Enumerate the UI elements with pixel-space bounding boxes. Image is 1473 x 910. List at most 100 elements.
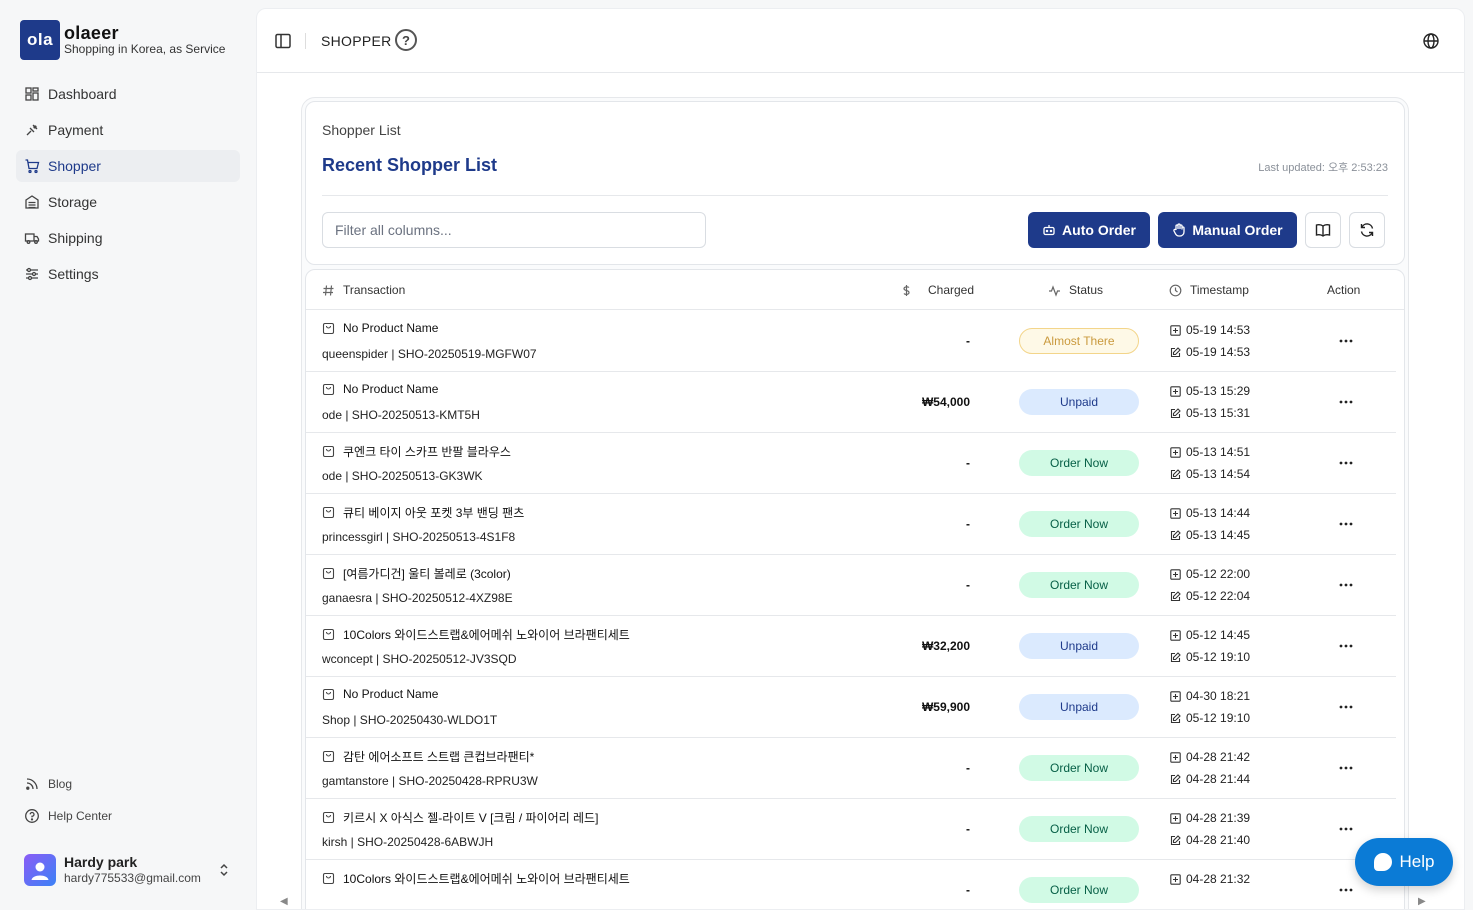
status-badge[interactable]: Order Now [1019, 755, 1139, 781]
product-name: [여름가디건] 울티 볼레로 (3color) [322, 565, 511, 582]
auto-order-button[interactable]: Auto Order [1028, 212, 1150, 248]
col-status[interactable]: Status [1048, 283, 1103, 297]
edit-icon [1170, 407, 1181, 418]
plus-square-icon [1170, 507, 1181, 519]
dashboard-icon [25, 87, 39, 101]
blog-label: Blog [48, 777, 73, 791]
page-help-icon[interactable]: ? [395, 29, 417, 51]
status-badge[interactable]: Order Now [1019, 572, 1139, 598]
filter-input[interactable] [322, 212, 706, 248]
storage-icon [25, 195, 39, 209]
blog-link[interactable]: Blog [16, 768, 240, 800]
created-time-text: 04-28 21:32 [1186, 872, 1251, 886]
charged-amount: - [966, 456, 970, 470]
product-name: 큐티 베이지 아웃 포켓 3부 밴딩 팬츠 [322, 504, 524, 521]
sidebar-item-storage[interactable]: Storage [16, 186, 240, 218]
more-horizontal-icon [1339, 583, 1353, 587]
user-menu[interactable]: Hardy park hardy775533@gmail.com [16, 846, 240, 894]
edit-icon [1170, 712, 1181, 723]
scroll-left-icon[interactable]: ◀ [280, 896, 288, 907]
sidebar-item-payment[interactable]: Payment [16, 114, 240, 146]
table-row[interactable]: No Product Name Shop | SHO-20250430-WLDO1… [306, 677, 1396, 738]
row-actions-button[interactable] [1330, 514, 1362, 534]
more-horizontal-icon [1339, 644, 1353, 648]
col-transaction-label: Transaction [343, 283, 406, 297]
charged-amount: - [966, 883, 970, 897]
col-charged[interactable]: Charged [900, 283, 974, 297]
guide-button[interactable] [1305, 212, 1341, 248]
col-transaction[interactable]: Transaction [322, 283, 405, 297]
topbar-divider [305, 33, 306, 49]
table-row[interactable]: 10Colors 와이드스트랩&에어메쉬 노와이어 브라팬티세트 - Order N… [306, 860, 1396, 909]
col-timestamp[interactable]: Timestamp [1169, 283, 1249, 297]
more-horizontal-icon [1339, 339, 1353, 343]
manual-order-button[interactable]: Manual Order [1158, 212, 1297, 248]
refresh-icon [1360, 223, 1374, 237]
more-horizontal-icon [1339, 522, 1353, 526]
edit-icon [1170, 590, 1181, 601]
help-center-link[interactable]: Help Center [16, 800, 240, 832]
brand[interactable]: ola olaeer Shopping in Korea, as Service [20, 20, 225, 60]
more-horizontal-icon [1339, 705, 1353, 709]
help-chat-button[interactable]: Help [1355, 838, 1453, 886]
table-row[interactable]: No Product Name queenspider | SHO-2025051… [306, 311, 1396, 372]
row-actions-button[interactable] [1330, 880, 1362, 900]
sidebar-item-dashboard[interactable]: Dashboard [16, 78, 240, 110]
charged-amount: ₩54,000 [921, 395, 970, 409]
updated-time-text: 04-28 21:40 [1186, 833, 1251, 847]
product-name-text: No Product Name [343, 321, 439, 335]
status-badge[interactable]: Order Now [1019, 511, 1139, 537]
card-divider [322, 195, 1388, 196]
edit-icon [1170, 346, 1181, 357]
row-actions-button[interactable] [1330, 392, 1362, 412]
created-time-text: 05-12 22:00 [1186, 567, 1251, 581]
updated-timestamp: 05-12 22:04 [1170, 589, 1250, 603]
sidebar-item-shopper[interactable]: Shopper [16, 150, 240, 182]
created-time-text: 05-12 14:45 [1186, 628, 1251, 642]
status-badge[interactable]: Unpaid [1019, 633, 1139, 659]
status-badge[interactable]: Unpaid [1019, 694, 1139, 720]
charged-amount: - [966, 822, 970, 836]
updated-timestamp: 04-28 21:40 [1170, 833, 1250, 847]
created-timestamp: 05-13 15:29 [1170, 384, 1250, 398]
globe-icon[interactable] [1422, 32, 1440, 50]
sidebar-item-shipping[interactable]: Shipping [16, 222, 240, 254]
help-circle-icon [25, 809, 39, 823]
scroll-right-icon[interactable]: ▶ [1418, 896, 1426, 907]
table-row[interactable]: No Product Name ode | SHO-20250513-KMT5H ₩… [306, 372, 1396, 433]
payment-icon [26, 124, 38, 136]
cart-icon [25, 159, 40, 174]
created-time-text: 05-19 14:53 [1186, 323, 1251, 337]
chevron-up-down-icon[interactable] [216, 862, 232, 878]
transaction-id: gamtanstore | SHO-20250428-RPRU3W [322, 774, 538, 788]
table-row[interactable]: [여름가디건] 울티 볼레로 (3color) ganaesra | SHO-20… [306, 555, 1396, 616]
status-badge[interactable]: Unpaid [1019, 389, 1139, 415]
auto-order-label: Auto Order [1062, 222, 1136, 238]
row-actions-button[interactable] [1330, 331, 1362, 351]
created-timestamp: 04-30 18:21 [1170, 689, 1250, 703]
table-row[interactable]: 큐티 베이지 아웃 포켓 3부 밴딩 팬츠 princessgirl | SHO-… [306, 494, 1396, 555]
sidebar-toggle-icon[interactable] [273, 31, 293, 51]
row-actions-button[interactable] [1330, 819, 1362, 839]
row-actions-button[interactable] [1330, 453, 1362, 473]
status-badge[interactable]: Order Now [1019, 816, 1139, 842]
product-name: No Product Name [322, 321, 438, 335]
row-actions-button[interactable] [1330, 636, 1362, 656]
row-actions-button[interactable] [1330, 697, 1362, 717]
status-badge[interactable]: Order Now [1019, 450, 1139, 476]
sidebar-footer-links: Blog Help Center [16, 768, 240, 832]
table-row[interactable]: 쿠엔크 타이 스카프 반팔 블라우스 ode | SHO-20250513-GK3… [306, 433, 1396, 494]
sidebar-item-settings[interactable]: Settings [16, 258, 240, 290]
transaction-id: wconcept | SHO-20250512-JV3SQD [322, 652, 517, 666]
plus-square-icon [1170, 751, 1181, 763]
refresh-button[interactable] [1349, 212, 1385, 248]
row-actions-button[interactable] [1330, 758, 1362, 778]
status-badge[interactable]: Order Now [1019, 877, 1139, 903]
table-row[interactable]: 10Colors 와이드스트랩&에어메쉬 노와이어 브라팬티세트 wconcept… [306, 616, 1396, 677]
status-badge[interactable]: Almost There [1019, 328, 1139, 354]
row-actions-button[interactable] [1330, 575, 1362, 595]
table-row[interactable]: 키르시 X 아식스 젤-라이트 V [크림 / 파이어리 레드] kirsh | … [306, 799, 1396, 860]
transaction-id: ode | SHO-20250513-KMT5H [322, 408, 480, 422]
created-time-text: 05-13 14:44 [1186, 506, 1251, 520]
table-row[interactable]: 감탄 에어소프트 스트랩 큰컵브라팬티* gamtanstore | SHO-20… [306, 738, 1396, 799]
